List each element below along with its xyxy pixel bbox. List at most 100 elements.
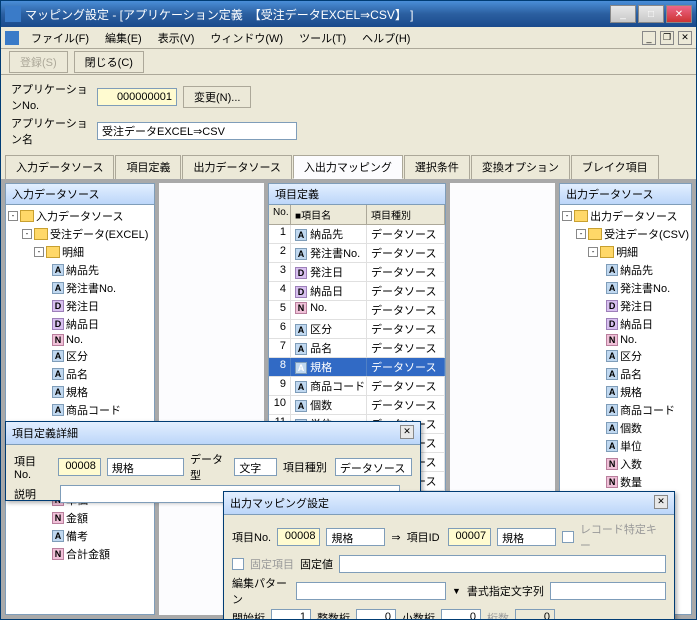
mdi-minimize[interactable]: _: [642, 31, 656, 45]
app-name-field[interactable]: 受注データEXCEL⇒CSV: [97, 122, 297, 140]
start-digit[interactable]: 1: [271, 609, 311, 619]
format-field[interactable]: [550, 582, 666, 600]
output-panel-title: 出力データソース: [560, 184, 691, 205]
tree-field[interactable]: A 納品先: [562, 261, 689, 279]
tree-field[interactable]: D 発注日: [8, 297, 152, 315]
digits-label: 桁数: [487, 610, 509, 619]
close-doc-button[interactable]: 閉じる(C): [74, 51, 144, 73]
tree-field[interactable]: A 発注書No.: [562, 279, 689, 297]
mapping-title: 出力マッピング設定: [230, 495, 329, 511]
tree-field[interactable]: A 規格: [8, 383, 152, 401]
grid-row[interactable]: 1A 納品先データソース: [269, 225, 445, 244]
tree-field[interactable]: D 発注日: [562, 297, 689, 315]
menubar: ファイル(F) 編集(E) 表示(V) ウィンドウ(W) ツール(T) ヘルプ(…: [1, 27, 696, 49]
mdi-close[interactable]: ✕: [678, 31, 692, 45]
fixed-value-field[interactable]: [339, 555, 666, 573]
tree-field[interactable]: A 備考: [8, 527, 152, 545]
col-no[interactable]: No.: [269, 205, 291, 224]
detail-desc-label: 説明: [14, 486, 54, 502]
app-no-label: アプリケーションNo.: [11, 81, 91, 113]
menu-tool[interactable]: ツール(T): [291, 28, 354, 48]
col-name[interactable]: ■項目名: [291, 205, 367, 224]
fixed-value-label: 固定値: [300, 556, 333, 572]
arrow-icon: ⇒: [391, 531, 400, 544]
app-no-field[interactable]: 000000001: [97, 88, 177, 106]
int-digit-label: 整数桁: [317, 610, 350, 619]
tree-field[interactable]: N 合計金額: [8, 545, 152, 563]
input-tree[interactable]: - 入力データソース- 受注データ(EXCEL)- 明細A 納品先A 発注書No…: [6, 205, 154, 614]
grid-row[interactable]: 5N No.データソース: [269, 301, 445, 320]
titlebar: マッピング設定 - [アプリケーション定義 【受注データEXCEL⇒CSV】 ]…: [1, 1, 696, 27]
window-title: マッピング設定 - [アプリケーション定義 【受注データEXCEL⇒CSV】 ]: [25, 6, 610, 23]
tab-convert-opt[interactable]: 変換オプション: [471, 155, 570, 179]
grid-row[interactable]: 8A 規格データソース: [269, 358, 445, 377]
fixed-item-label: 固定項目: [250, 556, 294, 572]
tab-break-item[interactable]: ブレイク項目: [571, 155, 659, 179]
register-button[interactable]: 登録(S): [9, 51, 68, 73]
mapping-dialog[interactable]: 出力マッピング設定 ✕ 項目No. 00008 規格 ⇒ 項目ID 00007 …: [223, 491, 675, 619]
grid-row[interactable]: 4D 納品日データソース: [269, 282, 445, 301]
mdi-restore[interactable]: ❐: [660, 31, 674, 45]
grid-row[interactable]: 6A 区分データソース: [269, 320, 445, 339]
tab-input-ds[interactable]: 入力データソース: [5, 155, 114, 179]
tree-field[interactable]: N No.: [562, 333, 689, 347]
detail-name: 規格: [107, 458, 184, 476]
grid-row[interactable]: 2A 発注書No.データソース: [269, 244, 445, 263]
maximize-button[interactable]: □: [638, 5, 664, 23]
tree-field[interactable]: A 商品コード: [562, 401, 689, 419]
tree-field[interactable]: N 数量: [562, 473, 689, 491]
tree-field[interactable]: A 個数: [562, 419, 689, 437]
grid-row[interactable]: 10A 個数データソース: [269, 396, 445, 415]
detail-kind-label: 項目種別: [283, 459, 329, 475]
menu-file[interactable]: ファイル(F): [23, 28, 97, 48]
toolbar: 登録(S) 閉じる(C): [1, 49, 696, 75]
mapping-close[interactable]: ✕: [654, 495, 668, 509]
close-button[interactable]: ✕: [666, 5, 692, 23]
detail-close[interactable]: ✕: [400, 425, 414, 439]
grid-row[interactable]: 9A 商品コードデータソース: [269, 377, 445, 396]
col-type[interactable]: 項目種別: [367, 205, 445, 224]
minimize-button[interactable]: _: [610, 5, 636, 23]
tree-field[interactable]: A 発注書No.: [8, 279, 152, 297]
tree-field[interactable]: N 入数: [562, 455, 689, 473]
grid-row[interactable]: 7A 品名データソース: [269, 339, 445, 358]
tree-field[interactable]: D 納品日: [8, 315, 152, 333]
tree-field[interactable]: A 単位: [562, 437, 689, 455]
change-button[interactable]: 変更(N)...: [183, 86, 251, 108]
tab-mapping[interactable]: 入出力マッピング: [293, 155, 403, 179]
menu-window[interactable]: ウィンドウ(W): [202, 28, 291, 48]
menu-help[interactable]: ヘルプ(H): [354, 28, 418, 48]
tree-field[interactable]: A 品名: [8, 365, 152, 383]
record-key-check[interactable]: [562, 531, 574, 543]
menu-edit[interactable]: 編集(E): [97, 28, 150, 48]
pattern-combo[interactable]: [296, 582, 446, 600]
tree-field[interactable]: N 金額: [8, 509, 152, 527]
menu-view[interactable]: 表示(V): [150, 28, 203, 48]
format-label: 書式指定文字列: [467, 583, 544, 599]
dec-digit[interactable]: 0: [441, 609, 481, 619]
fixed-item-check[interactable]: [232, 558, 244, 570]
record-key-label: レコード特定キー: [580, 521, 666, 553]
tree-field[interactable]: A 区分: [562, 347, 689, 365]
start-digit-label: 開始桁: [232, 610, 265, 619]
tree-field[interactable]: N No.: [8, 333, 152, 347]
dec-digit-label: 小数桁: [402, 610, 435, 619]
app-name-label: アプリケーション名: [11, 115, 91, 147]
pattern-label: 編集パターン: [232, 575, 290, 607]
tree-field[interactable]: A 品名: [562, 365, 689, 383]
tree-field[interactable]: A 商品コード: [8, 401, 152, 419]
detail-no-label: 項目No.: [14, 453, 52, 481]
map-no-label: 項目No.: [232, 529, 271, 545]
detail-no: 00008: [58, 458, 101, 476]
tree-field[interactable]: D 納品日: [562, 315, 689, 333]
int-digit[interactable]: 0: [356, 609, 396, 619]
tree-field[interactable]: A 規格: [562, 383, 689, 401]
tab-select-cond[interactable]: 選択条件: [404, 155, 470, 179]
detail-dialog[interactable]: 項目定義詳細 ✕ 項目No. 00008 規格 データ型 文字 項目種別 データ…: [5, 421, 421, 501]
tree-field[interactable]: A 納品先: [8, 261, 152, 279]
detail-kind: データソース: [335, 458, 412, 476]
tab-item-def[interactable]: 項目定義: [115, 155, 181, 179]
tree-field[interactable]: A 区分: [8, 347, 152, 365]
grid-row[interactable]: 3D 発注日データソース: [269, 263, 445, 282]
tab-output-ds[interactable]: 出力データソース: [182, 155, 291, 179]
